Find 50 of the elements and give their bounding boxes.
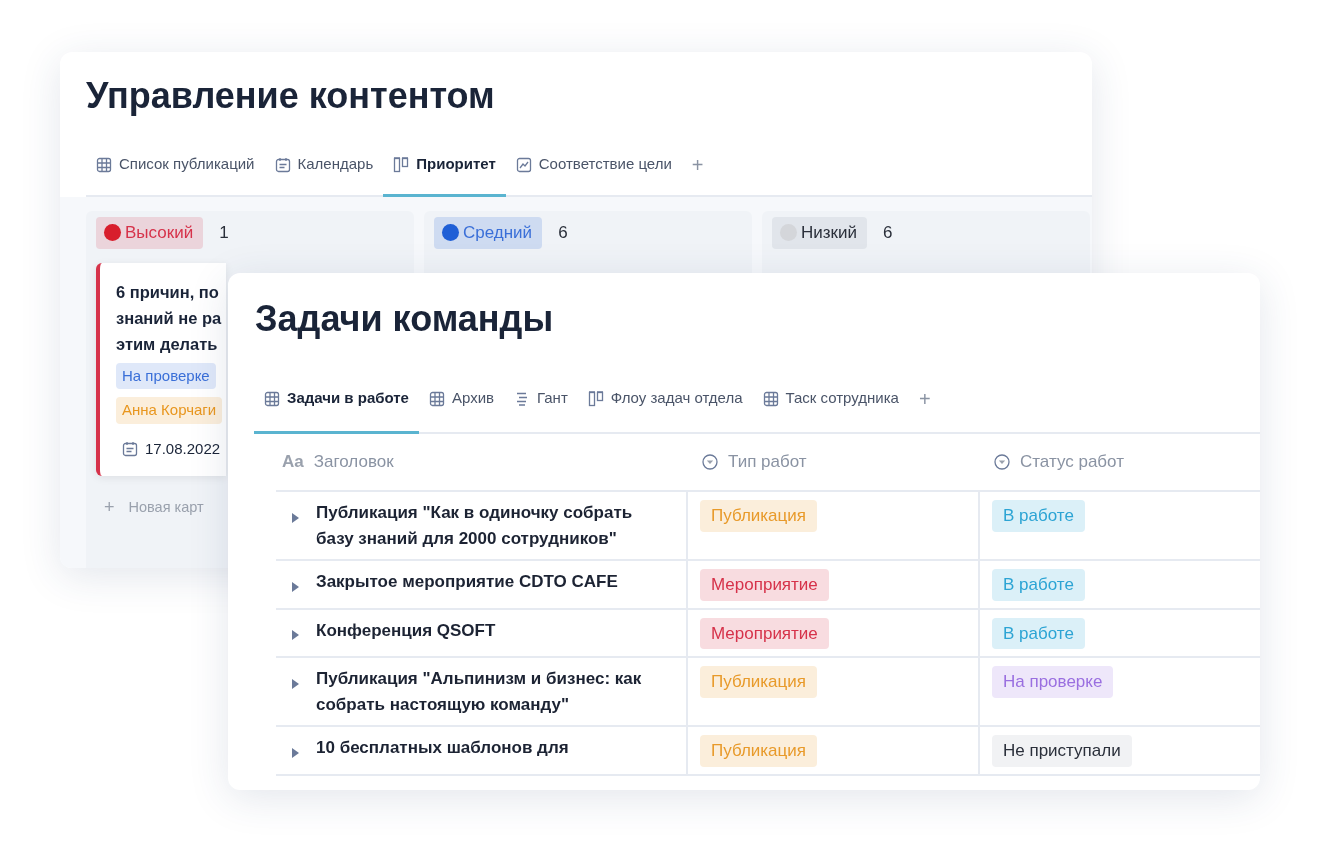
grid-icon [762, 390, 779, 407]
card[interactable]: 6 причин, по знаний не ра этим делать На проверке Анна Корчаги 17.08.2022 [96, 262, 226, 477]
grid-icon [264, 390, 280, 407]
type-tag: Мероприятие [700, 617, 829, 650]
grid-icon [428, 390, 445, 407]
tab[interactable]: Задачи в работе [254, 366, 419, 435]
tab[interactable]: Гант [504, 366, 578, 435]
board-icon [393, 156, 410, 173]
calendar-icon [122, 440, 138, 457]
row-title[interactable]: 10 бесплатных шаблонов для [316, 735, 569, 767]
type-tag: Публикация [700, 500, 817, 532]
dropdown-icon [702, 454, 718, 471]
tab[interactable]: Архив [418, 366, 504, 435]
priority-tag: Высокий [96, 217, 204, 249]
tab[interactable]: Таск сотрудника [752, 366, 909, 435]
row-title[interactable]: Закрытое мероприятие CDTO CAFE [316, 569, 618, 601]
row-title[interactable]: Публикация "Альпинизм и бизнес: как собрать настоящую команду" [316, 666, 674, 719]
tab[interactable]: Календарь [264, 135, 384, 198]
priority-tag: Средний [434, 217, 543, 249]
status-tag: В работе [992, 617, 1085, 650]
row-title[interactable]: Конференция QSOFT [316, 617, 496, 650]
card-count: 6 [558, 222, 568, 245]
card-date: 17.08.2022 [145, 438, 221, 459]
gantt-icon [514, 390, 530, 407]
priority-tag: Низкий [772, 217, 867, 249]
text-type-icon: Aa [282, 449, 304, 475]
status-tag: В работе [992, 500, 1085, 532]
plus-icon: + [104, 494, 115, 522]
calendar-icon [274, 156, 291, 173]
tag: Анна Корчаги [116, 397, 223, 424]
type-tag: Мероприятие [700, 569, 829, 601]
card-count: 6 [883, 222, 893, 245]
status-tag: В работе [992, 569, 1085, 601]
status-tag: На проверке [992, 666, 1114, 698]
window-title: Управление контентом [86, 74, 496, 118]
dropdown-icon [994, 454, 1010, 471]
tag: На проверке [116, 362, 216, 390]
chart-icon [515, 156, 532, 173]
board-icon [587, 390, 604, 407]
grid-icon [96, 156, 112, 173]
tab[interactable]: Флоу задач отдела [577, 366, 753, 435]
window-title: Задачи команды [255, 297, 555, 341]
tab[interactable]: Соответствие цели [505, 135, 682, 198]
status-tag: Не приступали [992, 735, 1132, 767]
type-tag: Публикация [700, 735, 817, 767]
card-title: 6 причин, по знаний не ра этим делать [116, 281, 223, 355]
row-title[interactable]: Публикация "Как в одиночку собрать базу знаний для 2000 сотрудников" [316, 500, 674, 553]
type-tag: Публикация [700, 666, 817, 698]
tab[interactable]: Список публикаций [86, 135, 265, 198]
card-count: 1 [219, 222, 229, 245]
